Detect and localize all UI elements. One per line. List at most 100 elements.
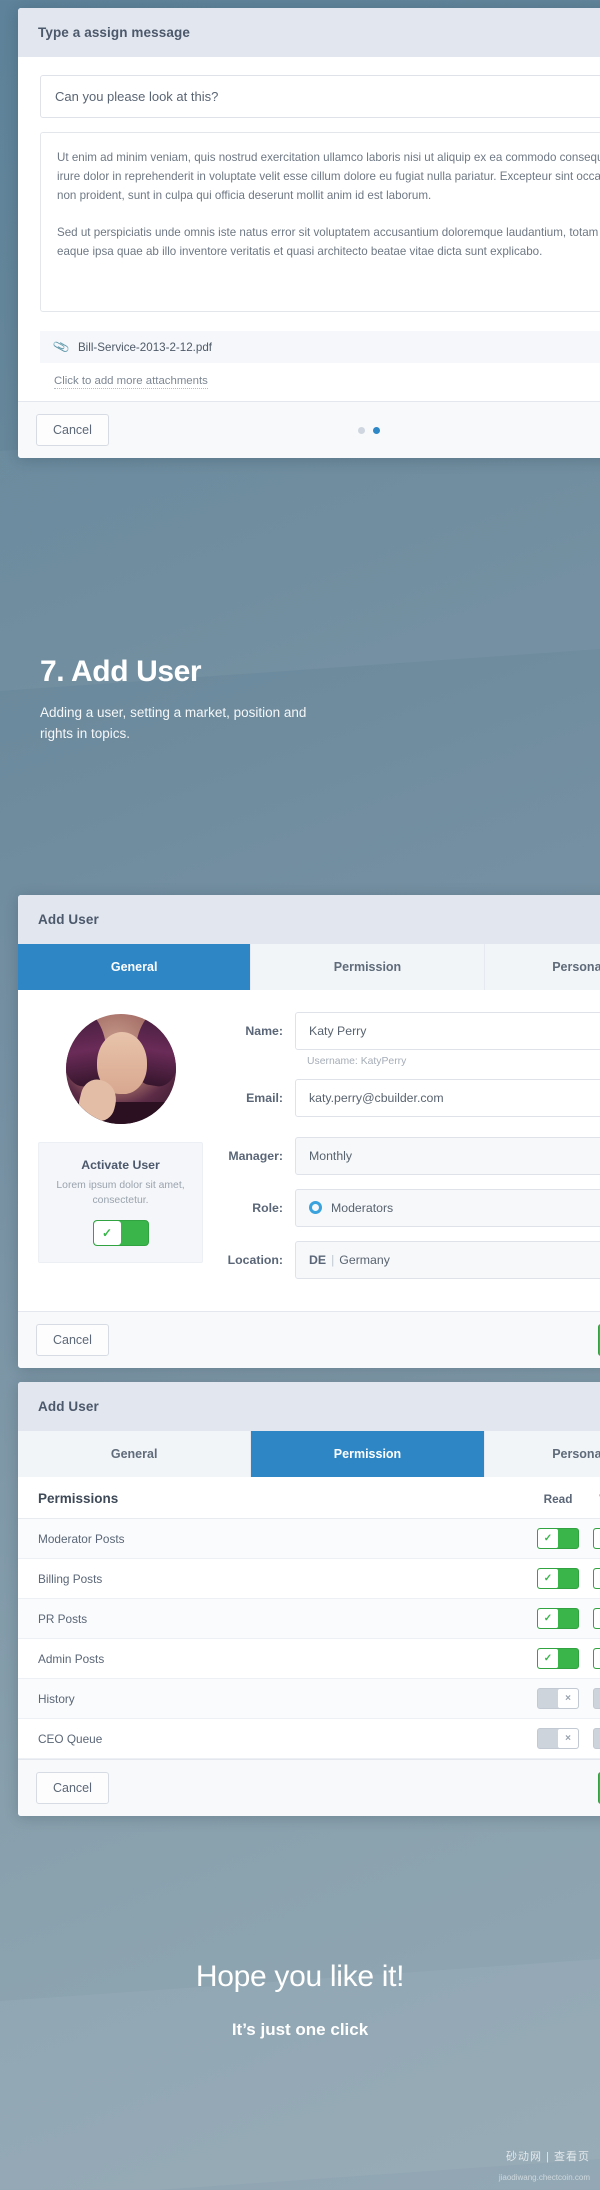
add-user-general-card: Add User General Permission Personal Det… bbox=[18, 895, 600, 1368]
watermark-line2: jiaodiwang.chectcoin.com bbox=[498, 2173, 590, 2182]
permission-name: History bbox=[38, 1691, 75, 1706]
tab-permission[interactable]: Permission bbox=[251, 1431, 485, 1477]
manager-select[interactable]: Monthly bbox=[295, 1137, 600, 1175]
tab-general[interactable]: General bbox=[18, 944, 252, 990]
permissions-title: Permissions bbox=[38, 1491, 119, 1506]
column-write: Write bbox=[586, 1492, 600, 1506]
page-subtitle: Adding a user, setting a market, positio… bbox=[40, 705, 307, 741]
cancel-button[interactable]: Cancel bbox=[36, 1324, 109, 1356]
role-value: Moderators bbox=[331, 1201, 394, 1215]
toggle-read[interactable]: × bbox=[537, 1728, 579, 1749]
permission-name: PR Posts bbox=[38, 1611, 88, 1626]
permission-cell-write: × bbox=[586, 1688, 600, 1709]
permission-name: CEO Queue bbox=[38, 1731, 103, 1746]
cross-icon: × bbox=[558, 1729, 578, 1748]
permission-cell-write: ✓ bbox=[586, 1528, 600, 1549]
toggle-write[interactable]: × bbox=[593, 1728, 600, 1749]
toggle-read[interactable]: ✓ bbox=[537, 1648, 579, 1669]
tab-general[interactable]: General bbox=[18, 1431, 252, 1477]
cancel-button[interactable]: Cancel bbox=[36, 1772, 109, 1804]
check-icon: ✓ bbox=[538, 1649, 558, 1668]
pagination-dot-2[interactable] bbox=[373, 426, 380, 434]
add-user-permission-title: Add User bbox=[18, 1382, 600, 1431]
add-user-permission-tabs: General Permission Personal Details bbox=[18, 1431, 600, 1477]
outro-headline: Hope you like it! bbox=[195, 1960, 405, 1993]
column-read: Read bbox=[543, 1491, 573, 1506]
message-body-textarea[interactable]: Ut enim ad minim veniam, quis nostrud ex… bbox=[40, 132, 600, 312]
attachment-row[interactable]: 📎 Bill-Service-2013-2-12.pdf bbox=[40, 331, 600, 363]
toggle-read[interactable]: ✓ bbox=[537, 1528, 579, 1549]
permissions-header-row: Permissions Read Write Delete bbox=[18, 1477, 600, 1519]
avatar bbox=[65, 1014, 176, 1124]
toggle-write[interactable]: ✓ bbox=[593, 1648, 600, 1669]
location-field-row: Location: DE | Germany bbox=[217, 1241, 600, 1279]
add-user-permission-footer: Cancel Add User bbox=[18, 1759, 600, 1816]
role-select[interactable]: Moderators bbox=[295, 1189, 600, 1227]
permission-name: Admin Posts bbox=[38, 1651, 105, 1666]
general-form-body: Activate User Lorem ipsum dolor sit amet… bbox=[18, 990, 600, 1311]
cancel-button[interactable]: Cancel bbox=[36, 414, 109, 446]
add-user-general-footer: Cancel Add User bbox=[18, 1311, 600, 1368]
toggle-write[interactable]: ✓ bbox=[593, 1528, 600, 1549]
avatar-column: Activate User Lorem ipsum dolor sit amet… bbox=[38, 1012, 203, 1285]
subject-input[interactable] bbox=[40, 75, 600, 118]
location-separator: | bbox=[331, 1253, 335, 1267]
tab-permission[interactable]: Permission bbox=[251, 944, 485, 990]
permission-cell-read: ✓ bbox=[530, 1608, 586, 1629]
toggle-read[interactable]: ✓ bbox=[537, 1608, 579, 1629]
check-icon: ✓ bbox=[594, 1609, 600, 1628]
check-icon: ✓ bbox=[93, 1221, 121, 1246]
activate-user-title: Activate User bbox=[81, 1158, 160, 1172]
activate-user-toggle[interactable]: ✓ bbox=[92, 1220, 149, 1247]
name-input[interactable] bbox=[295, 1012, 600, 1050]
toggle-write[interactable]: × bbox=[593, 1688, 600, 1709]
role-field-row: Role: Moderators bbox=[217, 1189, 600, 1227]
toggle-read[interactable]: ✓ bbox=[537, 1568, 579, 1589]
check-icon: ✓ bbox=[594, 1649, 600, 1668]
location-select[interactable]: DE | Germany bbox=[295, 1241, 600, 1279]
permission-cell-write: ✓ bbox=[586, 1608, 600, 1629]
name-field-row: Name: bbox=[217, 1012, 600, 1050]
check-icon: ✓ bbox=[594, 1569, 600, 1588]
assign-message-body: Ut enim ad minim veniam, quis nostrud ex… bbox=[18, 57, 600, 401]
activate-user-box: Activate User Lorem ipsum dolor sit amet… bbox=[38, 1142, 203, 1264]
permission-cell-read: ✓ bbox=[530, 1528, 586, 1549]
add-user-permission-card: Add User General Permission Personal Det… bbox=[18, 1382, 600, 1816]
attachment-filename: Bill-Service-2013-2-12.pdf bbox=[77, 340, 212, 354]
activate-user-description: Lorem ipsum dolor sit amet, consectetur. bbox=[56, 1180, 185, 1207]
email-input[interactable] bbox=[295, 1079, 600, 1117]
check-icon: ✓ bbox=[594, 1529, 600, 1548]
role-label: Role: bbox=[252, 1201, 283, 1215]
add-user-general-tabs: General Permission Personal Details bbox=[18, 944, 600, 990]
toggle-write[interactable]: ✓ bbox=[593, 1568, 600, 1589]
check-icon: ✓ bbox=[538, 1569, 558, 1588]
section-heading: 7. Add User Adding a user, setting a mar… bbox=[40, 655, 320, 745]
paperclip-icon: 📎 bbox=[52, 337, 71, 357]
add-attachments-link[interactable]: Click to add more attachments bbox=[54, 375, 208, 389]
add-user-general-title: Add User bbox=[18, 895, 600, 944]
email-label: Email: bbox=[246, 1091, 283, 1105]
manager-field-row: Manager: Monthly bbox=[217, 1137, 600, 1175]
fields-column: Name: Username: KatyPerry Email: Manager… bbox=[203, 1012, 600, 1285]
pagination-dot-1[interactable] bbox=[358, 426, 365, 434]
tab-personal-details[interactable]: Personal Details bbox=[485, 944, 600, 990]
permission-cell-read: × bbox=[530, 1728, 586, 1749]
pagination-dots bbox=[358, 426, 600, 434]
name-label: Name: bbox=[245, 1024, 283, 1038]
check-icon: ✓ bbox=[538, 1529, 558, 1548]
manager-label: Manager: bbox=[228, 1149, 283, 1163]
location-label: Location: bbox=[227, 1253, 283, 1267]
toggle-read[interactable]: × bbox=[537, 1688, 579, 1709]
watermark-line1: 砂动网 | 查看页 bbox=[506, 2151, 590, 2163]
toggle-write[interactable]: ✓ bbox=[593, 1608, 600, 1629]
permission-name: Billing Posts bbox=[38, 1571, 103, 1586]
permission-name: Moderator Posts bbox=[38, 1531, 125, 1546]
permission-cell-read: ✓ bbox=[530, 1648, 586, 1669]
tab-personal-details[interactable]: Personal Details bbox=[485, 1431, 600, 1477]
table-row: History××× bbox=[18, 1679, 600, 1719]
username-hint: Username: KatyPerry bbox=[307, 1056, 407, 1067]
permission-cell-read: × bbox=[530, 1688, 586, 1709]
permission-cell-write: × bbox=[586, 1728, 600, 1749]
check-icon: ✓ bbox=[538, 1609, 558, 1628]
table-row: PR Posts✓✓× bbox=[18, 1599, 600, 1639]
